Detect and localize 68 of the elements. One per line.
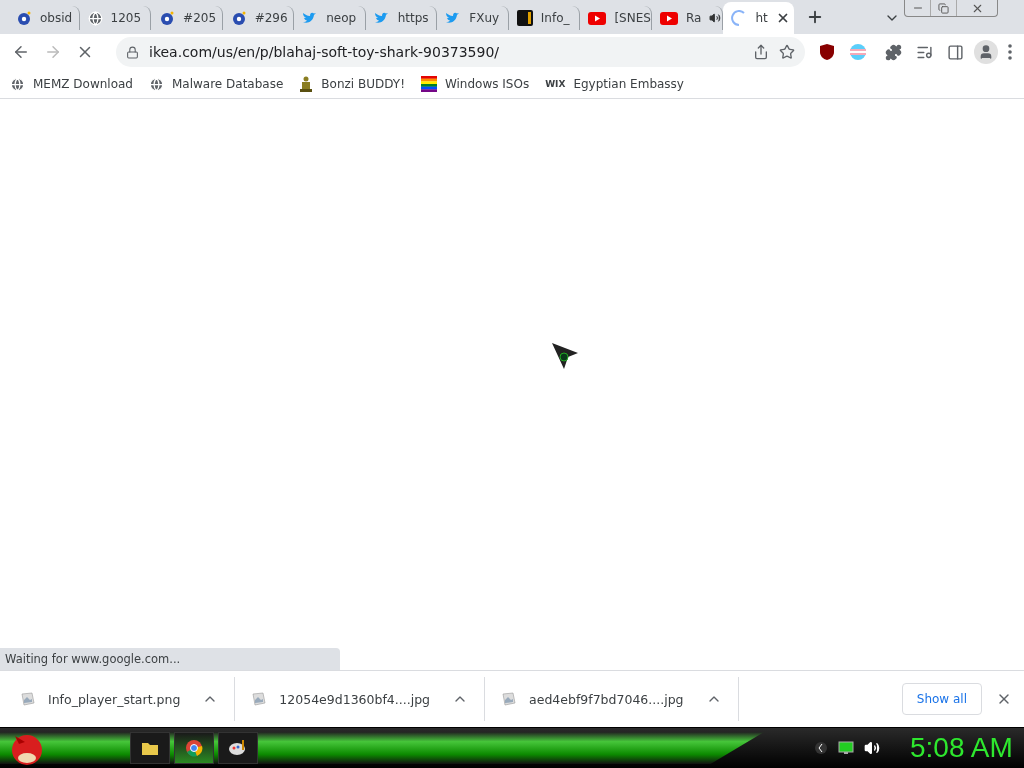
globe-icon bbox=[87, 10, 103, 26]
taskbar-app-button[interactable] bbox=[174, 732, 214, 764]
url-text: ikea.com/us/en/p/blahaj-soft-toy-shark-90373590/ bbox=[149, 44, 501, 60]
person-icon bbox=[978, 44, 994, 60]
bookmark-label: MEMZ Download bbox=[33, 77, 133, 91]
speaker-icon[interactable] bbox=[864, 740, 880, 756]
shield-icon[interactable] bbox=[819, 43, 835, 61]
figure-icon bbox=[299, 76, 314, 92]
browser-tab[interactable]: #296 bbox=[222, 6, 295, 30]
address-bar[interactable]: ikea.com/us/en/p/blahaj-soft-toy-shark-90373590/ bbox=[116, 37, 805, 67]
bookmark-link[interactable]: WIX Egyptian Embassy bbox=[545, 77, 684, 91]
file-icon bbox=[501, 692, 518, 706]
taskbar-app-button[interactable] bbox=[218, 732, 258, 764]
play-logo-icon bbox=[588, 11, 607, 25]
browser-tab[interactable]: obsid bbox=[8, 6, 80, 30]
bookmark-star-icon[interactable] bbox=[779, 44, 795, 60]
bookmark-link[interactable]: Bonzi BUDDY! bbox=[299, 76, 405, 92]
file-icon bbox=[251, 692, 268, 706]
plus-icon bbox=[806, 8, 824, 26]
bookmark-label: Bonzi BUDDY! bbox=[321, 77, 405, 91]
puzzle-icon bbox=[885, 43, 902, 61]
browser-tab[interactable]: #205 bbox=[151, 6, 223, 30]
download-item[interactable]: aed4ebf9f7bd7046....jpg bbox=[485, 677, 739, 721]
monitor-icon[interactable] bbox=[838, 741, 854, 755]
folder-icon bbox=[141, 740, 159, 756]
globe-icon bbox=[149, 76, 164, 92]
globe-icon bbox=[10, 76, 25, 92]
browser-tab[interactable]: [SNES bbox=[580, 6, 652, 30]
browser-tab[interactable]: FXuy bbox=[437, 6, 509, 30]
palette-icon bbox=[228, 739, 248, 757]
bookmark-label: Malware Database bbox=[172, 77, 284, 91]
file-name: 12054e9d1360bf4....jpg bbox=[279, 691, 431, 707]
taskbar-app-button[interactable] bbox=[130, 732, 170, 764]
play-logo-icon bbox=[659, 11, 678, 25]
download-item[interactable]: Info_player_start.png bbox=[4, 677, 236, 721]
share-icon[interactable] bbox=[753, 44, 769, 60]
bookmark-link[interactable]: Windows ISOs bbox=[420, 76, 530, 92]
bookmark-link[interactable]: MEMZ Download bbox=[10, 76, 133, 92]
forward-arrow-icon bbox=[44, 43, 62, 61]
file-name: aed4ebf9f7bd7046....jpg bbox=[529, 691, 684, 707]
restore-icon bbox=[938, 2, 949, 14]
bookmark-label: Egyptian Embassy bbox=[573, 77, 684, 91]
bird-icon bbox=[302, 11, 319, 25]
browser-tab[interactable]: Info_ bbox=[508, 6, 581, 30]
clock: 5:08 AM bbox=[910, 732, 1013, 764]
side-panel-icon bbox=[947, 43, 964, 61]
download-item[interactable]: 12054e9d1360bf4....jpg bbox=[235, 677, 486, 721]
bookmark-link[interactable]: Malware Database bbox=[149, 76, 284, 92]
menu-icon bbox=[1008, 44, 1012, 60]
browser-tab[interactable]: 1205 bbox=[79, 6, 152, 30]
file-name: Info_player_start.png bbox=[48, 691, 181, 707]
show-all-button[interactable]: Show all bbox=[901, 683, 982, 715]
bird-icon bbox=[445, 11, 462, 25]
browser-tab[interactable]: ht bbox=[723, 2, 794, 34]
bird-icon bbox=[373, 11, 390, 25]
browser-tab[interactable]: https bbox=[365, 6, 438, 30]
file-icon bbox=[20, 692, 36, 706]
lock-icon bbox=[126, 45, 139, 59]
browser-tab[interactable]: neop bbox=[294, 6, 366, 30]
profile-button[interactable] bbox=[974, 40, 998, 64]
speaker-icon[interactable] bbox=[709, 12, 722, 24]
browser-icon bbox=[185, 739, 203, 757]
rainbow-flag-icon bbox=[420, 76, 437, 92]
wix-logo: WIX bbox=[545, 79, 566, 89]
browser-tab[interactable]: Ra bbox=[651, 6, 724, 30]
status-bubble: Waiting for www.google.com... bbox=[0, 648, 340, 670]
bookmark-label: Windows ISOs bbox=[444, 77, 530, 91]
mouse-cursor-icon bbox=[551, 342, 579, 370]
